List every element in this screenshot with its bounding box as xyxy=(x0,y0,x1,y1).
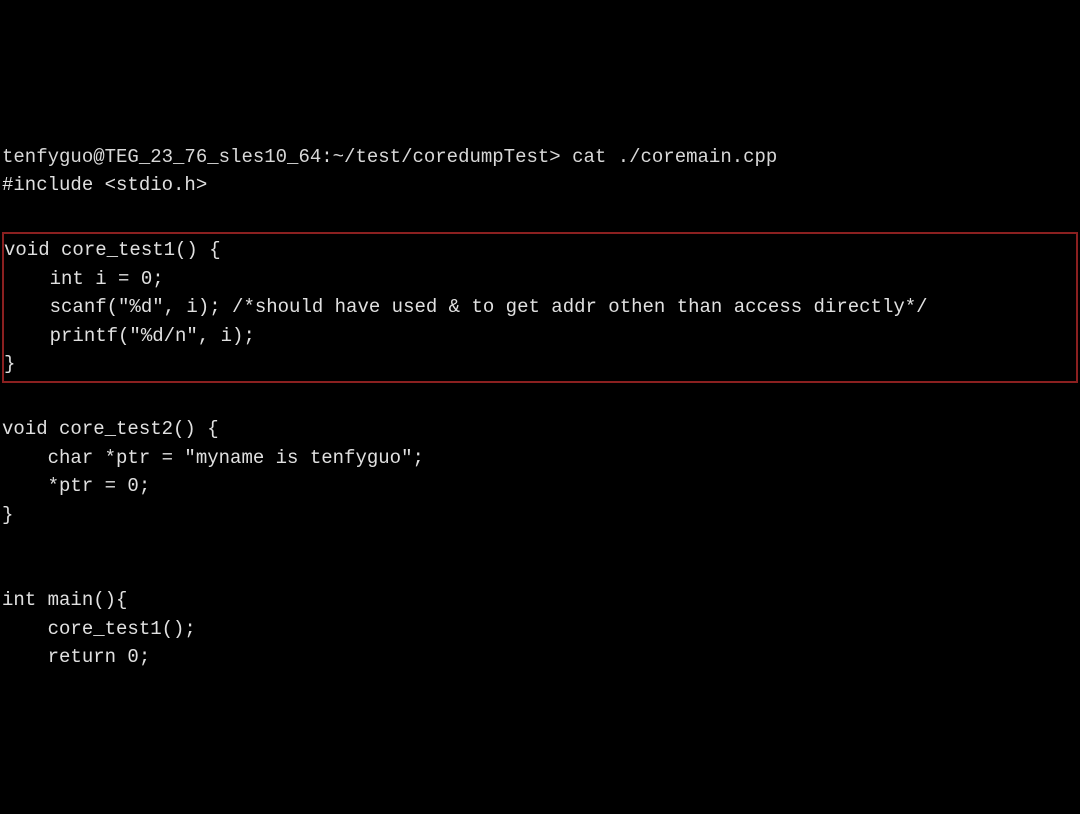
include-line: #include <stdio.h> xyxy=(2,174,207,196)
func2-close: } xyxy=(2,504,13,526)
highlighted-code-block: void core_test1() { int i = 0; scanf("%d… xyxy=(2,232,1078,383)
func1-close: } xyxy=(4,353,15,375)
main-line1: core_test1(); xyxy=(2,618,196,640)
func2-line2: *ptr = 0; xyxy=(2,475,150,497)
main-line2: return 0; xyxy=(2,646,150,668)
func1-line3: printf("%d/n", i); xyxy=(4,325,255,347)
func1-signature: void core_test1() { xyxy=(4,239,221,261)
main-signature: int main(){ xyxy=(2,589,127,611)
terminal-output: tenfyguo@TEG_23_76_sles10_64:~/test/core… xyxy=(0,114,1080,672)
func2-line1: char *ptr = "myname is tenfyguo"; xyxy=(2,447,424,469)
func1-line1: int i = 0; xyxy=(4,268,164,290)
command-prompt-line: tenfyguo@TEG_23_76_sles10_64:~/test/core… xyxy=(2,146,777,168)
func2-signature: void core_test2() { xyxy=(2,418,219,440)
func1-line2: scanf("%d", i); /*should have used & to … xyxy=(4,296,928,318)
